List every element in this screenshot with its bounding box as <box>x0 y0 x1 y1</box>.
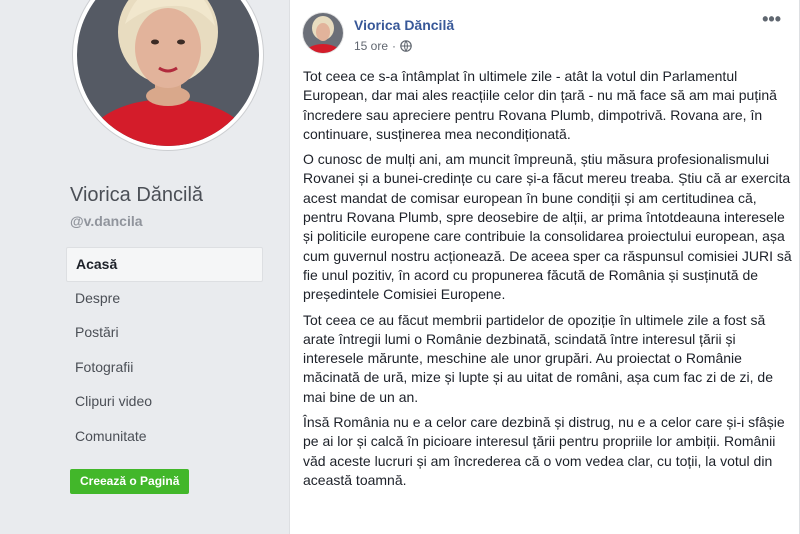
page-name[interactable]: Viorica Dăncilă <box>70 184 203 207</box>
nav-item-postari[interactable]: Postări <box>66 316 263 351</box>
profile-picture[interactable] <box>73 0 263 150</box>
post-meta: 15 ore · <box>354 39 412 53</box>
page-handle[interactable]: @v.dancila <box>70 213 143 229</box>
create-page-button[interactable]: Creează o Pagină <box>70 469 190 494</box>
meta-separator: · <box>392 39 397 53</box>
post-paragraph: Tot ceea ce s-a întâmplat în ultimele zi… <box>303 68 777 142</box>
nav-item-comunitate[interactable]: Comunitate <box>66 420 263 455</box>
left-column: Viorica Dăncilă @v.dancila Acasă Despre … <box>0 0 275 534</box>
post-timestamp[interactable]: 15 ore <box>354 39 388 53</box>
post-paragraph: Tot ceea ce au făcut membrii partidelor … <box>303 311 774 405</box>
post-body: Tot ceea ce s-a întâmplat în ultimele zi… <box>303 67 795 496</box>
nav-item-acasa[interactable]: Acasă <box>66 247 263 282</box>
profile-photo-image <box>77 0 259 146</box>
post-card: Viorica Dăncilă 15 ore · ••• Tot ceea ce… <box>289 0 800 534</box>
nav-item-fotografii[interactable]: Fotografii <box>66 351 263 386</box>
author-avatar[interactable] <box>303 13 343 53</box>
post-paragraph: O cunosc de mulți ani, am muncit împreun… <box>303 151 792 303</box>
more-options-icon[interactable]: ••• <box>762 10 781 28</box>
nav-item-clipuri-video[interactable]: Clipuri video <box>66 385 263 420</box>
page-nav: Acasă Despre Postări Fotografii Clipuri … <box>66 247 263 454</box>
post-paragraph: Însă România nu e a celor care dezbină ș… <box>303 414 785 488</box>
globe-icon[interactable] <box>400 40 412 52</box>
author-avatar-image <box>303 13 343 53</box>
nav-item-despre[interactable]: Despre <box>66 282 263 317</box>
post-author-name[interactable]: Viorica Dăncilă <box>354 17 454 33</box>
